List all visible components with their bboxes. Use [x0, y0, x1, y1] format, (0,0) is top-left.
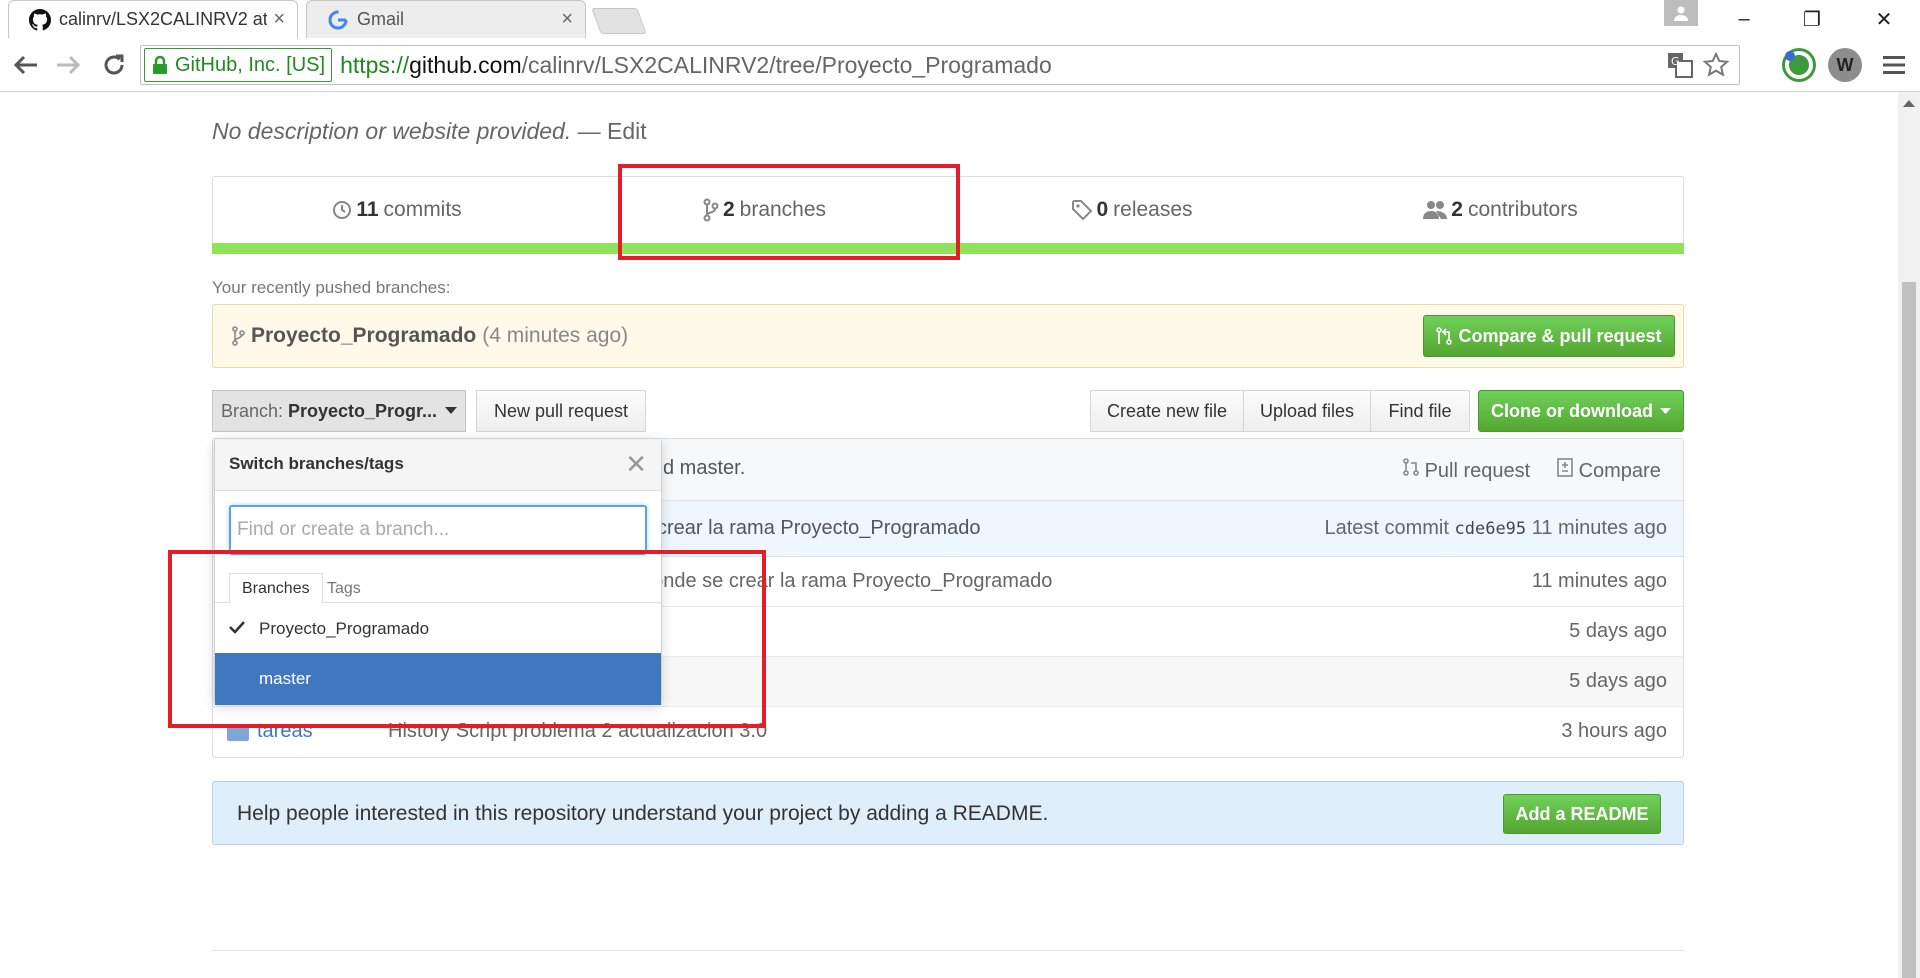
latest-commit-info: Latest commit cde6e95 11 minutes ago [1324, 517, 1667, 540]
branch-icon [232, 326, 245, 346]
pull-request-link[interactable]: Pull request [1403, 457, 1530, 483]
extension-w-icon[interactable]: W [1828, 48, 1862, 82]
commits-link[interactable]: 11 commits [213, 177, 580, 243]
branch-prefix: Branch: [220, 400, 283, 421]
add-readme-button[interactable]: Add a README [1503, 794, 1661, 834]
google-icon [328, 10, 348, 29]
pull-request-icon [1403, 458, 1419, 476]
url-scheme: https:// [340, 51, 410, 78]
find-file-button[interactable]: Find file [1370, 390, 1470, 432]
highlight-box-branch-list [168, 550, 766, 728]
security-label: GitHub, Inc. [US] [175, 53, 326, 76]
browser-toolbar: GitHub, Inc. [US] https://github.com/cal… [0, 38, 1920, 92]
caret-down-icon [1660, 407, 1671, 414]
tab-github[interactable]: calinrv/LSX2CALINRV2 at P × [8, 0, 298, 38]
contributors-link[interactable]: 2 contributors [1316, 177, 1684, 243]
translate-icon[interactable]: G [1667, 52, 1693, 78]
commit-age: 3 hours ago [1561, 720, 1667, 742]
caret-down-icon [445, 407, 458, 414]
menu-icon[interactable] [1876, 47, 1912, 83]
tab-bar: calinrv/LSX2CALINRV2 at P × Gmail × – ❐ … [0, 0, 1920, 38]
commit-sha[interactable]: cde6e95 [1455, 519, 1527, 539]
people-icon [1423, 201, 1448, 219]
compare-icon [1436, 327, 1453, 345]
back-arrow-icon[interactable] [8, 47, 44, 83]
tab-close-icon[interactable]: × [561, 8, 573, 31]
readme-text: Help people interested in this repositor… [237, 802, 1049, 825]
url-text[interactable]: https://github.com/calinrv/LSX2CALINRV2/… [340, 52, 1052, 79]
scrollbar[interactable] [1898, 92, 1920, 978]
forward-arrow-icon[interactable] [50, 47, 86, 83]
dropdown-title: Switch branches/tags [229, 454, 404, 473]
branch-filter-input[interactable] [229, 505, 647, 555]
compare-button-label: Compare & pull request [1458, 325, 1662, 346]
lock-icon [153, 55, 167, 74]
extension-icon[interactable] [1782, 48, 1816, 82]
tab-close-icon[interactable]: × [273, 8, 285, 31]
contributors-count: 2 [1451, 198, 1463, 221]
new-tab-button[interactable] [591, 8, 647, 34]
scrollbar-thumb[interactable] [1902, 282, 1916, 978]
releases-link[interactable]: 0 releases [948, 177, 1316, 243]
new-pull-request-button[interactable]: New pull request [476, 390, 646, 432]
url-path: /calinrv/LSX2CALINRV2/tree/Proyecto_Prog… [521, 51, 1052, 78]
description-text: No description or website provided. [212, 118, 572, 144]
recent-branch-banner: Proyecto_Programado (4 minutes ago) Comp… [212, 304, 1684, 368]
svg-text:G: G [1671, 55, 1680, 68]
branch-select-button[interactable]: Branch: Proyecto_Progr... [212, 390, 466, 432]
compare-link[interactable]: Compare [1557, 457, 1661, 483]
upload-files-button[interactable]: Upload files [1243, 390, 1371, 432]
latest-commit-label: Latest commit [1324, 517, 1449, 539]
latest-commit-age: 11 minutes ago [1531, 517, 1667, 539]
profile-icon[interactable] [1664, 0, 1698, 26]
dropdown-header: Switch branches/tags ✕ [215, 439, 661, 491]
browser-window: calinrv/LSX2CALINRV2 at P × Gmail × – ❐ … [0, 0, 1920, 978]
recent-branch-name[interactable]: Proyecto_Programado [251, 324, 476, 348]
recent-branch-age: (4 minutes ago) [482, 324, 629, 347]
edit-link[interactable]: — Edit [578, 118, 647, 144]
minimize-button[interactable]: – [1716, 0, 1772, 38]
scroll-up-icon[interactable] [1903, 100, 1915, 107]
url-host: github.com [409, 51, 522, 78]
security-indicator[interactable]: GitHub, Inc. [US] [144, 48, 333, 82]
releases-label: releases [1113, 198, 1193, 221]
commits-count: 11 [356, 198, 379, 221]
branch-status-text: d master. [663, 457, 746, 479]
clone-download-button[interactable]: Clone or download [1478, 390, 1684, 432]
latest-commit-message[interactable]: crear la rama Proyecto_Programado [657, 517, 980, 540]
highlight-box-branches [618, 164, 960, 260]
commits-label: commits [383, 198, 462, 221]
clone-label: Clone or download [1491, 400, 1653, 421]
commit-age: 5 days ago [1569, 620, 1667, 642]
tab-title: calinrv/LSX2CALINRV2 at P [59, 9, 268, 29]
close-icon[interactable]: ✕ [625, 449, 647, 480]
history-icon [333, 201, 352, 219]
address-bar[interactable]: GitHub, Inc. [US] https://github.com/cal… [140, 45, 1740, 85]
tab-gmail[interactable]: Gmail × [306, 0, 586, 38]
commit-age: 5 days ago [1569, 670, 1667, 692]
restore-button[interactable]: ❐ [1784, 0, 1840, 38]
contributors-label: contributors [1467, 198, 1578, 221]
readme-banner: Help people interested in this repositor… [212, 781, 1684, 845]
diff-icon [1557, 458, 1573, 477]
page-content: No description or website provided. — Ed… [0, 92, 1898, 978]
compare-pull-request-button[interactable]: Compare & pull request [1423, 315, 1675, 357]
tab-title: Gmail [357, 9, 405, 29]
releases-count: 0 [1096, 198, 1109, 221]
commit-age: 11 minutes ago [1531, 570, 1667, 592]
close-window-button[interactable]: ✕ [1856, 0, 1912, 38]
tag-icon [1072, 200, 1093, 221]
repo-description: No description or website provided. — Ed… [212, 118, 647, 145]
reload-icon[interactable] [96, 47, 132, 83]
footer-divider [212, 950, 1684, 951]
compare-label: Compare [1578, 460, 1661, 482]
branch-name: Proyecto_Progr... [287, 400, 438, 421]
star-icon[interactable] [1703, 52, 1729, 78]
pull-request-label: Pull request [1424, 460, 1531, 482]
github-icon [29, 8, 51, 30]
recent-branches-label: Your recently pushed branches: [212, 278, 451, 297]
create-new-file-button[interactable]: Create new file [1090, 390, 1244, 432]
